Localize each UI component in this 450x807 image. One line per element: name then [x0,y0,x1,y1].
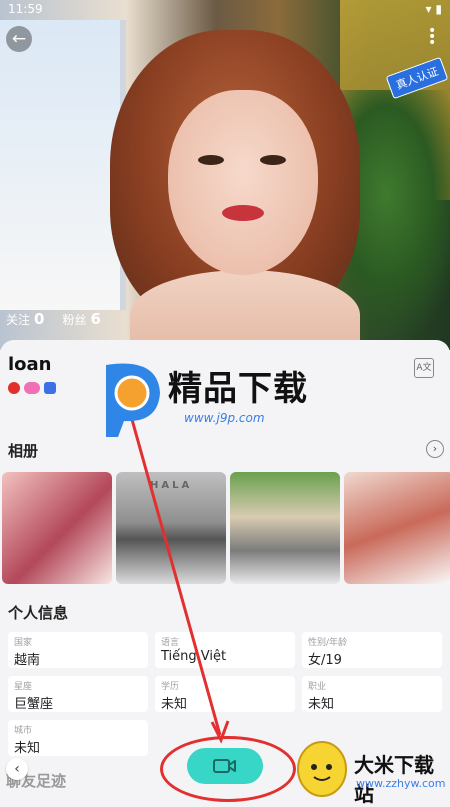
chevron-left-icon: ‹ [14,761,20,777]
album-photo[interactable] [2,472,112,584]
follow-stats: 关注 0 粉丝 6 [6,310,101,328]
watermark-title: 精品下载 [168,369,308,409]
back-button[interactable]: ← [6,26,32,52]
profile-badges [8,382,56,394]
info-field-city: 城市 未知 [8,720,148,756]
rice-mascot-icon [297,741,347,797]
status-time: 11:59 [8,2,43,16]
following-stat[interactable]: 关注 0 [6,310,44,328]
level-badge-icon [8,382,20,394]
verified-shield-icon [44,382,56,394]
annotation-circle [160,736,296,802]
info-field-occupation: 职业 未知 [302,676,442,712]
info-field-language: 语言 Tiếng Việt [155,632,295,668]
info-field-gender-age: 性别/年龄 女/19 [302,632,442,668]
watermark-j9p: 精品下载 www.j9p.com [98,357,353,437]
album-photo[interactable] [344,472,450,584]
followers-stat[interactable]: 粉丝 6 [62,310,100,328]
collapse-button[interactable]: ‹ [6,758,28,780]
info-field-zodiac: 星座 巨蟹座 [8,676,148,712]
watermark-url: www.zzhyw.com [356,777,446,790]
info-field-education: 学历 未知 [155,676,295,712]
translate-icon[interactable]: A文 [414,358,434,378]
more-vertical-icon: • • • [428,23,437,51]
info-field-country: 国家 越南 [8,632,148,668]
album-more-button[interactable]: › [426,440,444,458]
j9p-logo-icon [106,363,160,437]
status-bar: 11:59 ▾ ▮ [8,2,442,20]
album-title: 相册 [8,442,39,460]
watermark-zzhyw: 大米下载站 www.zzhyw.com [290,735,450,806]
battery-icon: ▾ ▮ [425,2,442,16]
profile-cover-photo [0,0,450,350]
chat-badge-icon [24,382,40,394]
album-photo[interactable]: HALA [116,472,226,584]
chevron-right-icon: › [432,442,438,455]
profile-name: loan [8,354,52,375]
watermark-url: www.j9p.com [184,411,265,425]
personal-info-title: 个人信息 [8,604,69,622]
back-arrow-icon: ← [11,29,27,49]
album-photo[interactable] [230,472,340,584]
more-options-button[interactable]: • • • [428,24,436,50]
